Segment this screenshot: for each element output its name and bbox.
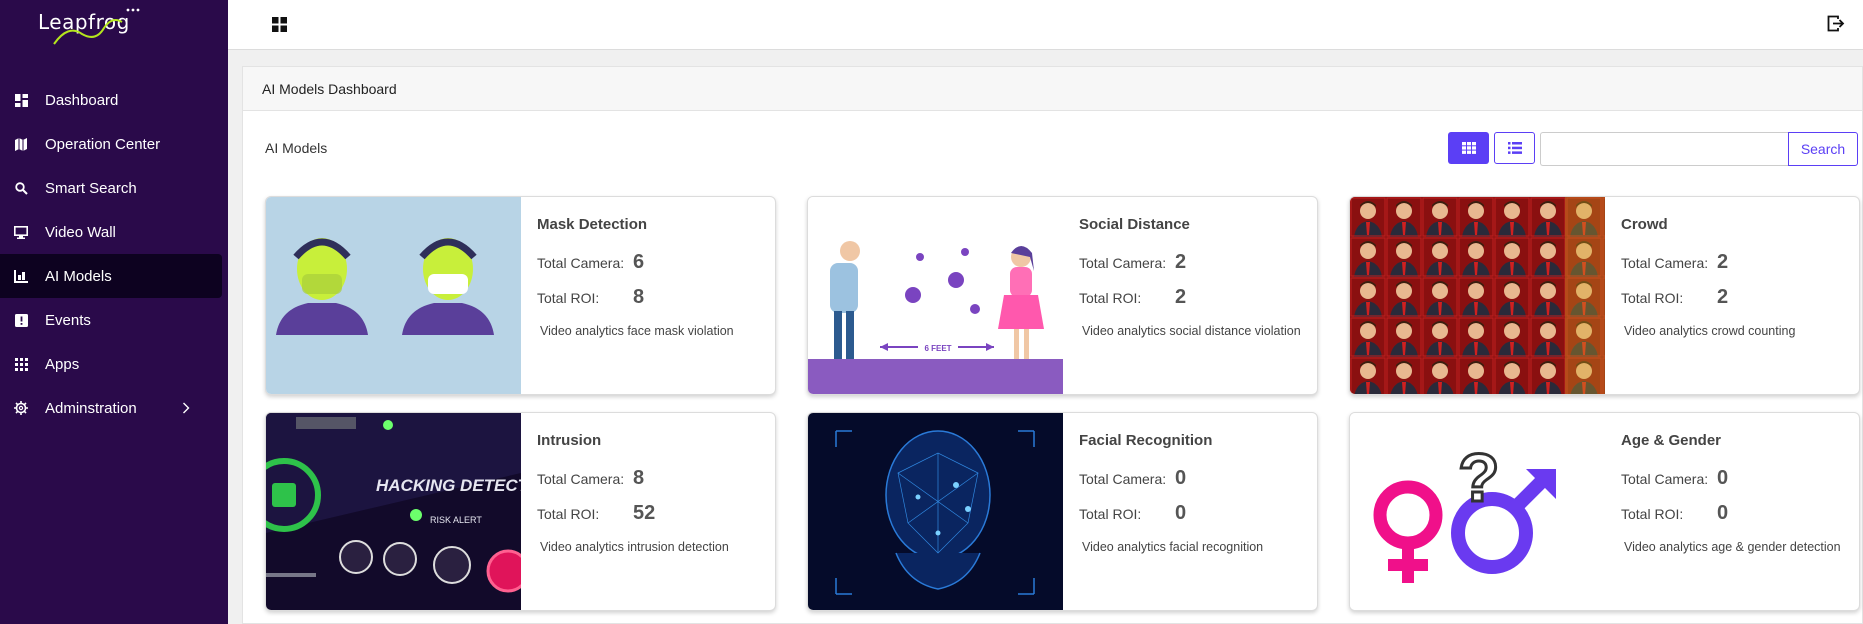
list-view-button[interactable]	[1494, 132, 1535, 164]
facial-recognition-image	[808, 413, 1063, 610]
grid-view-icon	[1461, 142, 1476, 154]
sidebar-item-adminstration[interactable]: Adminstration	[0, 386, 228, 430]
model-card-crowd[interactable]: Crowd Total Camera: 2 Total ROI: 2 Video…	[1349, 196, 1860, 395]
total-roi-value: 8	[633, 286, 645, 308]
section-title: AI Models	[265, 140, 328, 156]
sidebar-item-label: Operation Center	[45, 135, 161, 153]
total-camera-value: 2	[1717, 251, 1729, 273]
alert-icon	[14, 313, 28, 327]
total-roi-label: Total ROI:	[537, 506, 600, 522]
brand-logo[interactable]: Leapfrog	[38, 4, 148, 48]
model-card-facial-recognition[interactable]: Facial Recognition Total Camera: 0 Total…	[807, 412, 1318, 611]
card-title: Facial Recognition	[1079, 432, 1213, 449]
total-roi-value: 2	[1717, 286, 1729, 308]
total-camera-value: 2	[1175, 251, 1187, 273]
sidebar-nav: Dashboard Operation Center Smart Search …	[0, 78, 228, 430]
model-card-age-gender[interactable]: ? Age & Gender Total Camera: 0 Total ROI…	[1349, 412, 1860, 611]
search-icon	[14, 181, 28, 195]
total-roi-label: Total ROI:	[1621, 506, 1684, 522]
total-camera-value: 0	[1175, 467, 1187, 489]
sidebar-item-apps[interactable]: Apps	[0, 342, 228, 386]
total-roi-label: Total ROI:	[1079, 506, 1142, 522]
sidebar-item-dashboard[interactable]: Dashboard	[0, 78, 228, 122]
search-input[interactable]	[1540, 132, 1788, 166]
mask-detection-image	[266, 197, 521, 394]
card-description: Video analytics social distance violatio…	[1082, 324, 1301, 338]
card-description: Video analytics crowd counting	[1624, 324, 1796, 338]
card-description: Video analytics age & gender detection	[1624, 540, 1841, 554]
sidebar-item-label: Events	[45, 311, 91, 329]
risk-alert-label: RISK ALERT	[430, 515, 482, 525]
sidebar-item-label: Adminstration	[45, 399, 137, 417]
panel-header: AI Models Dashboard	[243, 67, 1862, 111]
dashboard-icon	[14, 93, 28, 107]
model-card-social-distance[interactable]: 6 FEET Social Distance Total Camera: 2 T…	[807, 196, 1318, 395]
ai-models-panel: AI Models Dashboard AI Models Search Mas…	[242, 66, 1863, 624]
hacking-detected-label: HACKING DETECTE	[376, 476, 521, 495]
total-roi-value: 0	[1175, 502, 1187, 524]
sidebar: Leapfrog Dashboard Operation Center Smar…	[0, 0, 228, 624]
card-title: Social Distance	[1079, 216, 1190, 233]
logout-icon[interactable]	[1827, 15, 1845, 37]
logo-swoosh-icon	[53, 8, 140, 45]
search-button[interactable]: Search	[1788, 132, 1858, 166]
total-roi-value: 2	[1175, 286, 1187, 308]
model-card-mask-detection[interactable]: Mask Detection Total Camera: 6 Total ROI…	[265, 196, 776, 395]
sidebar-item-events[interactable]: Events	[0, 298, 228, 342]
crowd-image	[1350, 197, 1605, 394]
map-icon	[14, 137, 28, 151]
grid-view-button[interactable]	[1448, 132, 1489, 164]
sidebar-item-ai-models[interactable]: AI Models	[0, 254, 222, 298]
page-title: AI Models Dashboard	[262, 80, 397, 97]
total-camera-value: 0	[1717, 467, 1729, 489]
sidebar-item-label: Smart Search	[45, 179, 137, 197]
chevron-right-icon	[182, 401, 190, 418]
sidebar-item-label: AI Models	[45, 267, 112, 285]
sidebar-item-video-wall[interactable]: Video Wall	[0, 210, 228, 254]
total-roi-label: Total ROI:	[1621, 290, 1684, 306]
total-camera-label: Total Camera:	[1621, 255, 1709, 271]
sidebar-item-label: Apps	[45, 355, 80, 373]
total-camera-label: Total Camera:	[537, 255, 625, 271]
card-title: Mask Detection	[537, 216, 648, 233]
card-description: Video analytics intrusion detection	[540, 540, 729, 554]
question-mark-icon: ?	[1458, 440, 1500, 516]
sidebar-item-smart-search[interactable]: Smart Search	[0, 166, 228, 210]
list-view-icon	[1507, 142, 1522, 154]
six-feet-label: 6 FEET	[924, 344, 951, 353]
social-distance-image: 6 FEET	[808, 197, 1063, 394]
total-camera-value: 6	[633, 251, 645, 273]
top-bar	[228, 0, 1863, 50]
card-title: Crowd	[1621, 216, 1668, 233]
chart-icon	[14, 269, 28, 283]
model-card-intrusion[interactable]: HACKING DETECTE RISK ALERT Intrusion Tot…	[265, 412, 776, 611]
card-description: Video analytics face mask violation	[540, 324, 734, 338]
card-title: Age & Gender	[1621, 432, 1722, 449]
total-camera-value: 8	[633, 467, 645, 489]
sidebar-item-operation-center[interactable]: Operation Center	[0, 122, 228, 166]
total-roi-label: Total ROI:	[537, 290, 600, 306]
total-roi-value: 52	[633, 502, 656, 524]
age-gender-image: ?	[1350, 413, 1605, 610]
total-roi-label: Total ROI:	[1079, 290, 1142, 306]
total-camera-label: Total Camera:	[1079, 255, 1167, 271]
monitor-icon	[14, 225, 28, 239]
intrusion-image: HACKING DETECTE RISK ALERT	[266, 413, 521, 610]
card-description: Video analytics facial recognition	[1082, 540, 1264, 554]
total-roi-value: 0	[1717, 502, 1729, 524]
gear-icon	[14, 401, 28, 415]
sidebar-item-label: Video Wall	[45, 223, 116, 241]
sidebar-item-label: Dashboard	[45, 91, 119, 109]
grid-menu-icon[interactable]	[272, 17, 287, 37]
card-title: Intrusion	[537, 432, 602, 449]
apps-icon	[14, 357, 28, 371]
total-camera-label: Total Camera:	[537, 471, 625, 487]
total-camera-label: Total Camera:	[1079, 471, 1167, 487]
total-camera-label: Total Camera:	[1621, 471, 1709, 487]
